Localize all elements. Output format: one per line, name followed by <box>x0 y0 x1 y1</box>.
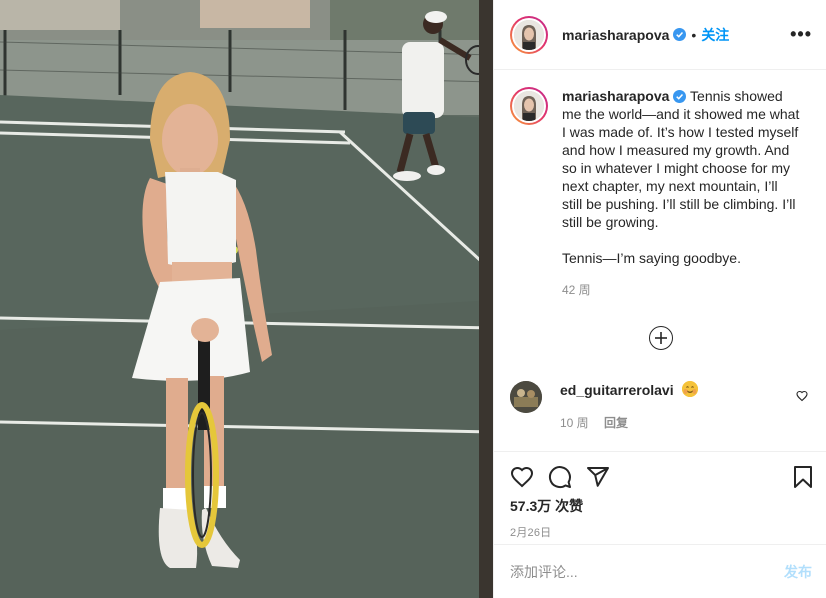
caption-paragraph-1: Tennis showed me the world—and it showed… <box>562 88 800 230</box>
photo-edge <box>479 0 493 598</box>
avatar <box>514 19 544 50</box>
paper-plane-icon[interactable] <box>586 465 610 489</box>
caption-timestamp: 42 周 <box>562 283 591 297</box>
plus-circle-icon[interactable] <box>649 326 673 350</box>
photo-illustration <box>0 0 493 598</box>
post-side-panel: mariasharapova • 关注 ••• mariasharapova T… <box>493 0 826 598</box>
post-modal: mariasharapova • 关注 ••• mariasharapova T… <box>0 0 826 598</box>
comment-avatar[interactable] <box>510 381 542 413</box>
follow-button[interactable]: 关注 <box>701 25 729 45</box>
comment-item: ed_guitarrerolavi 10 周 回复 <box>510 381 812 431</box>
story-ring[interactable] <box>510 15 548 54</box>
post-date[interactable]: 2月26日 <box>510 524 814 540</box>
separator-dot: • <box>691 26 697 43</box>
smiling-face-emoji <box>681 381 698 397</box>
comment-form: 发布 <box>494 544 826 598</box>
comment-timestamp: 10 周 <box>560 416 589 430</box>
header-username[interactable]: mariasharapova <box>562 27 669 43</box>
caption-username[interactable]: mariasharapova <box>562 88 669 104</box>
comment-bubble-icon[interactable] <box>548 465 572 489</box>
avatar-image <box>514 19 544 50</box>
more-icon[interactable]: ••• <box>790 24 812 45</box>
caption-avatar-image <box>514 91 544 121</box>
caption-story-ring[interactable] <box>510 87 548 125</box>
post-comment-button[interactable]: 发布 <box>784 562 812 582</box>
comment-avatar-image <box>510 381 542 413</box>
heart-icon[interactable] <box>510 465 534 489</box>
caption-text: mariasharapova Tennis showed me the worl… <box>562 87 812 299</box>
comment-meta: 10 周 回复 <box>560 414 812 431</box>
post-header: mariasharapova • 关注 ••• <box>494 0 826 70</box>
verified-badge-icon <box>673 90 687 103</box>
comment-username[interactable]: ed_guitarrerolavi <box>560 382 674 398</box>
post-photo[interactable] <box>0 0 493 598</box>
caption-area: mariasharapova Tennis showed me the worl… <box>494 71 826 451</box>
caption-paragraph-2: Tennis—I’m saying goodbye. <box>562 250 741 266</box>
comment-heart-icon[interactable] <box>796 389 808 405</box>
reply-button[interactable]: 回复 <box>604 416 628 430</box>
caption: mariasharapova Tennis showed me the worl… <box>510 87 812 299</box>
caption-avatar <box>514 91 544 121</box>
likes-count[interactable]: 57.3万 次赞 <box>510 496 814 516</box>
post-actions: 57.3万 次赞 2月26日 <box>494 451 826 540</box>
verified-badge-icon <box>673 28 687 41</box>
bookmark-icon[interactable] <box>792 465 814 489</box>
comment-input[interactable] <box>510 563 784 580</box>
